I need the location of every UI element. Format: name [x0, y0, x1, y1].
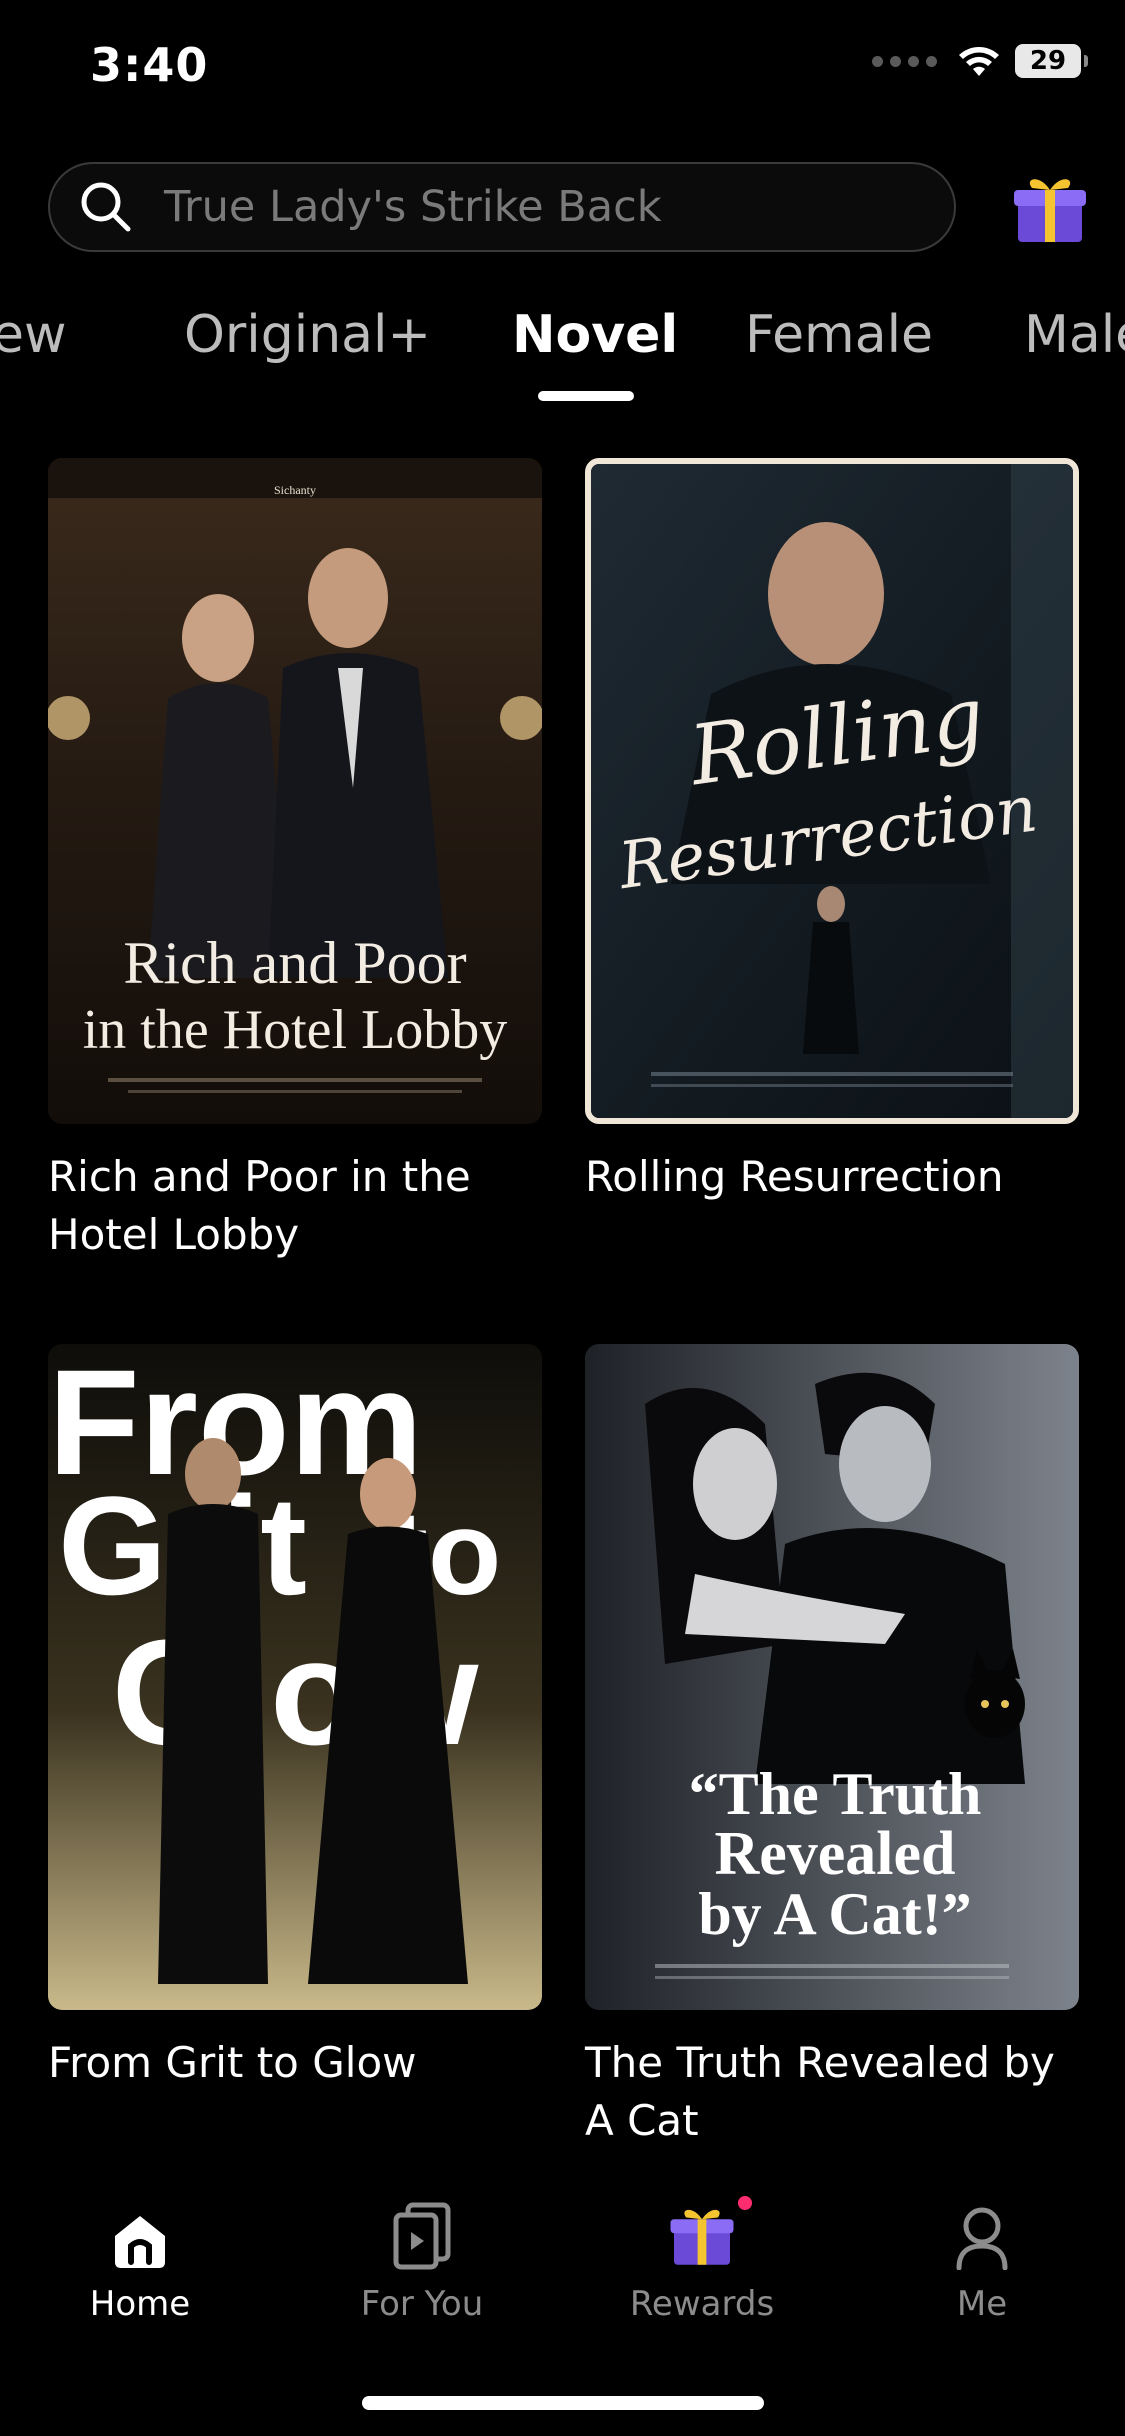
book-cover-truth-revealed-by-a-cat[interactable]: “The Truth Revealed by A Cat!”: [585, 1344, 1079, 2010]
gift-icon: [670, 2209, 734, 2265]
status-icons: 29: [872, 44, 1088, 78]
status-bar: 3:40 29: [0, 0, 1125, 130]
book-title[interactable]: The Truth Revealed by A Cat: [585, 2034, 1079, 2150]
book-cover-rich-and-poor[interactable]: Rich and Poor in the Hotel Lobby Sichant…: [48, 458, 542, 1124]
gift-icon: [1014, 179, 1086, 242]
home-icon: [115, 2216, 165, 2268]
search-icon: [81, 182, 131, 232]
nav-rewards[interactable]: Rewards: [602, 2180, 802, 2324]
book-cover-from-grit-to-glow[interactable]: From Grit to Glow: [48, 1344, 542, 2010]
tab-male[interactable]: Male: [1024, 305, 1125, 365]
bottom-navigation: Home For You Rewards Me: [0, 2180, 1125, 2360]
book-title[interactable]: Rich and Poor in the Hotel Lobby: [48, 1148, 542, 1264]
book-card[interactable]: From Grit to Glow From Grit to Glow: [48, 1344, 542, 2092]
nav-label: Rewards: [629, 2284, 775, 2324]
nav-label: Me: [956, 2284, 1008, 2324]
nav-me[interactable]: Me: [882, 2180, 1082, 2324]
rewards-gift-button[interactable]: [1010, 168, 1090, 248]
category-tabs: ew Original+ Novel Female Male: [0, 305, 1125, 405]
tab-novel[interactable]: Novel: [512, 305, 678, 365]
cellular-signal-icon: [872, 55, 937, 67]
nav-home[interactable]: Home: [40, 2180, 240, 2324]
nav-label: Home: [89, 2284, 191, 2324]
cover-title-line1: Rich and Poor: [123, 930, 466, 996]
search-input[interactable]: True Lady's Strike Back: [48, 162, 956, 252]
book-card[interactable]: Rolling Resurrection Rolling Resurrectio…: [585, 458, 1079, 1206]
search-placeholder: True Lady's Strike Back: [164, 182, 662, 232]
for-you-icon: [393, 2202, 451, 2270]
battery-icon: 29: [1015, 44, 1088, 78]
home-indicator: [362, 2396, 764, 2410]
book-title[interactable]: Rolling Resurrection: [585, 1148, 1079, 1206]
nav-for-you[interactable]: For You: [322, 2180, 522, 2324]
notification-badge: [738, 2196, 752, 2210]
book-card[interactable]: Rich and Poor in the Hotel Lobby Sichant…: [48, 458, 542, 1264]
person-icon: [956, 2207, 1008, 2270]
nav-label: For You: [360, 2284, 484, 2324]
active-tab-indicator: [538, 391, 634, 401]
cover-title-line2: in the Hotel Lobby: [83, 999, 508, 1061]
book-cover-rolling-resurrection[interactable]: Rolling Resurrection: [585, 458, 1079, 1124]
cover-small-text: Sichanty: [274, 483, 316, 497]
cover-title-line1: “The Truth: [689, 1761, 982, 1827]
cover-title-line2: Revealed: [714, 1820, 955, 1888]
wifi-icon: [959, 47, 999, 76]
tab-female[interactable]: Female: [745, 305, 933, 365]
book-card[interactable]: “The Truth Revealed by A Cat!” The Truth…: [585, 1344, 1079, 2150]
tab-new[interactable]: ew: [0, 305, 67, 365]
book-title[interactable]: From Grit to Glow: [48, 2034, 542, 2092]
cover-title-line3: by A Cat!”: [698, 1881, 971, 1947]
status-time: 3:40: [90, 38, 209, 92]
tab-original-plus[interactable]: Original+: [184, 305, 431, 365]
